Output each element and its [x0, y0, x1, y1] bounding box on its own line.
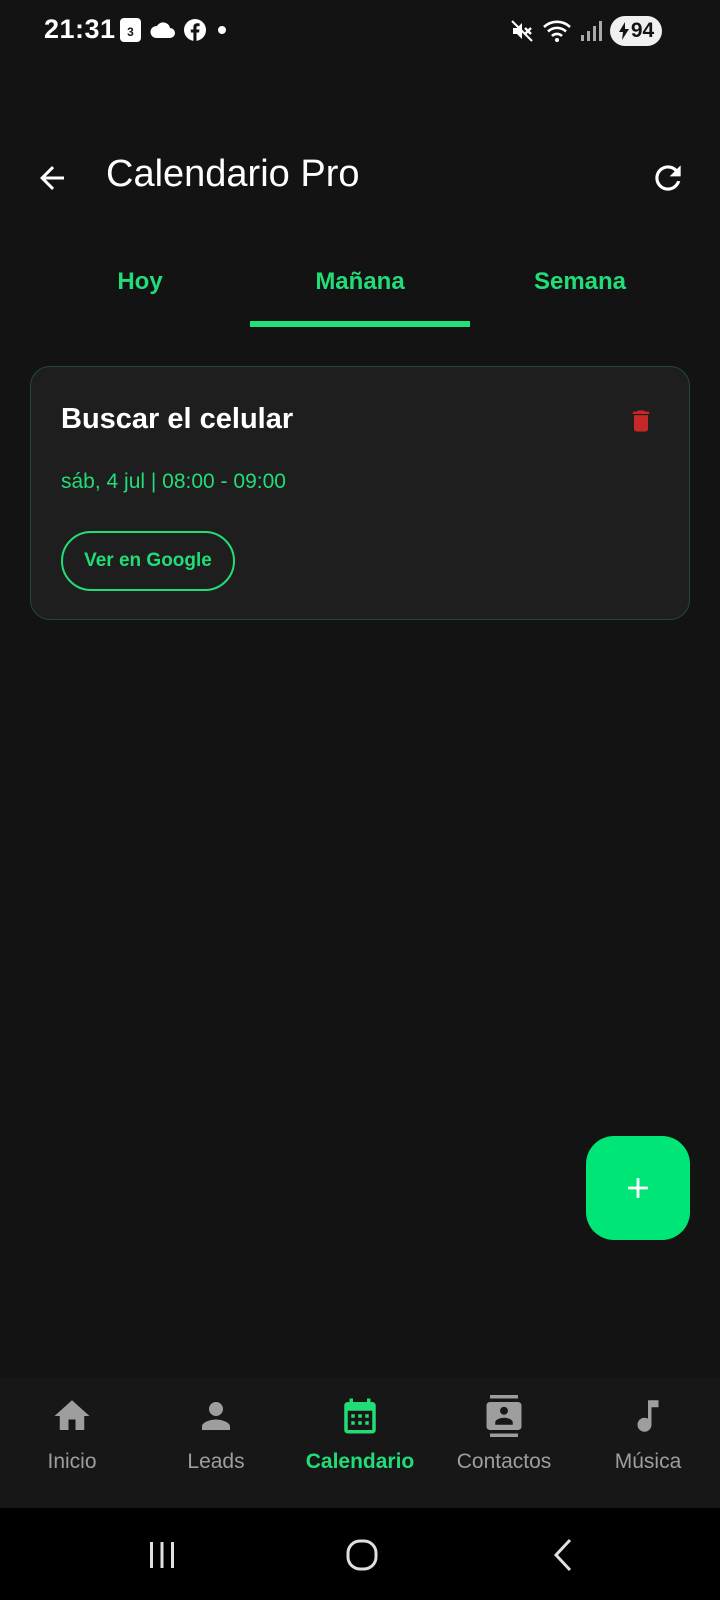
tab-semana[interactable]: Semana: [470, 245, 690, 327]
back-button[interactable]: [30, 156, 74, 200]
status-system-icons: 94: [510, 16, 662, 46]
charging-bolt-icon: [618, 22, 629, 40]
status-notification-icons: 3: [120, 18, 229, 42]
home-system-button[interactable]: [332, 1530, 392, 1580]
event-card[interactable]: Buscar el celular sáb, 4 jul | 08:00 - 0…: [30, 366, 690, 620]
dot-icon: [218, 26, 226, 34]
calendar-notification-icon: 3: [120, 18, 141, 42]
view-in-google-button[interactable]: Ver en Google: [61, 531, 235, 591]
nav-label: Calendario: [305, 1450, 415, 1473]
nav-item-leads[interactable]: Leads: [144, 1378, 288, 1508]
page-title: Calendario Pro: [106, 153, 360, 195]
wifi-icon: [543, 20, 571, 42]
back-system-button[interactable]: [534, 1530, 594, 1580]
refresh-button[interactable]: [646, 156, 690, 200]
signal-icon: [581, 21, 602, 41]
calendar-icon: [336, 1392, 384, 1440]
tab-manana[interactable]: Mañana: [250, 245, 470, 327]
music-note-icon: [624, 1392, 672, 1440]
battery-level: 94: [630, 19, 655, 42]
contacts-icon: [480, 1392, 528, 1440]
status-time: 21:31: [44, 14, 116, 44]
status-bar: 21:31 3 94: [0, 0, 720, 64]
event-title: Buscar el celular: [61, 403, 294, 435]
nav-label: Leads: [187, 1450, 245, 1473]
recent-apps-button[interactable]: [132, 1530, 192, 1580]
delete-event-button[interactable]: [627, 405, 655, 437]
tab-hoy[interactable]: Hoy: [30, 245, 250, 327]
recent-apps-icon: [150, 1542, 174, 1568]
tab-bar: Hoy Mañana Semana: [30, 245, 690, 327]
trash-icon: [632, 410, 650, 432]
plus-icon: [628, 1178, 648, 1198]
add-event-button[interactable]: [586, 1136, 690, 1240]
mute-icon: [511, 20, 533, 42]
nav-item-calendario[interactable]: Calendario: [288, 1378, 432, 1508]
nav-label: Música: [614, 1450, 682, 1473]
event-datetime: sáb, 4 jul | 08:00 - 09:00: [61, 470, 286, 493]
nav-item-inicio[interactable]: Inicio: [0, 1378, 144, 1508]
battery-indicator: 94: [610, 16, 662, 46]
nav-item-contactos[interactable]: Contactos: [432, 1378, 576, 1508]
bottom-navigation: Inicio Leads Calendario Contactos Música: [0, 1378, 720, 1508]
nav-label: Inicio: [47, 1450, 97, 1473]
nav-item-musica[interactable]: Música: [576, 1378, 720, 1508]
facebook-icon: [184, 19, 206, 41]
app-bar: Calendario Pro: [0, 138, 720, 218]
system-navigation-bar: [0, 1508, 720, 1600]
refresh-icon: [655, 165, 681, 191]
cloud-icon: [150, 22, 175, 38]
screen: 21:31 3 94 Calendario Pro Hoy Mañana Sem…: [0, 0, 720, 1600]
person-icon: [192, 1392, 240, 1440]
nav-label: Contactos: [456, 1450, 552, 1473]
home-icon: [48, 1392, 96, 1440]
home-circle-icon: [346, 1539, 378, 1571]
chevron-left-icon: [553, 1538, 572, 1572]
arrow-back-icon: [40, 166, 64, 190]
